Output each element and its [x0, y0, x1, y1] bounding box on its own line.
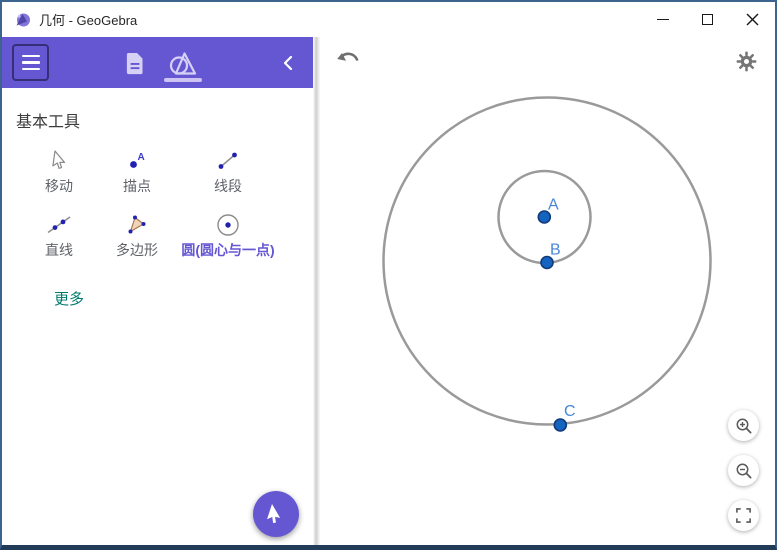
- minimize-icon: [656, 18, 669, 21]
- tool-segment[interactable]: 线段: [176, 144, 280, 194]
- tool-line[interactable]: 直线: [20, 208, 98, 258]
- segment-icon: [218, 152, 237, 169]
- panel-divider: [313, 37, 320, 545]
- tab-file[interactable]: [115, 42, 155, 84]
- circle-center-point-icon: [217, 214, 239, 236]
- tools-panel-heading: 基本工具: [16, 114, 81, 131]
- hamburger-menu-icon: [21, 54, 40, 57]
- point-label-A: A: [548, 197, 559, 214]
- zoom-out-button[interactable]: [728, 455, 759, 486]
- zoom-in-button[interactable]: [728, 410, 759, 441]
- tool-label: 直线: [45, 242, 73, 259]
- geogebra-logo-icon: [16, 13, 30, 27]
- maximize-icon: [702, 14, 713, 25]
- tool-move[interactable]: 移动: [20, 144, 98, 194]
- undo-arrow-icon: [337, 52, 359, 61]
- tool-label: 描点: [123, 178, 151, 194]
- line-icon: [47, 216, 71, 234]
- point-label-C: C: [564, 403, 576, 420]
- active-tab-underline: [164, 78, 202, 82]
- window-title: 几何 - GeoGebra: [39, 13, 138, 28]
- gear-icon: [736, 51, 757, 72]
- move-cursor-icon: [52, 150, 66, 169]
- point-icon: A: [130, 152, 145, 168]
- close-button[interactable]: [730, 2, 775, 37]
- purple-toolbar: [2, 37, 313, 88]
- more-tools-link[interactable]: 更多: [54, 288, 84, 309]
- collapse-panel-button[interactable]: [273, 50, 303, 76]
- main-area: 基本工具 移动 A 描点 线段 直线 多边形 圆(圆心与一点) 更多 A B C: [2, 37, 775, 545]
- settings-button[interactable]: [736, 51, 758, 73]
- fullscreen-button[interactable]: [728, 500, 759, 531]
- close-icon: [746, 13, 759, 26]
- graphics-view[interactable]: A B C: [320, 37, 775, 545]
- hamburger-menu-button[interactable]: [12, 44, 49, 81]
- fullscreen-icon: [736, 508, 751, 523]
- tool-circle-center-point[interactable]: 圆(圆心与一点): [176, 208, 280, 258]
- zoom-out-icon: [736, 463, 752, 479]
- document-icon: [126, 52, 143, 74]
- point-label-B: B: [550, 242, 561, 259]
- geometry-tools-icon: [169, 52, 197, 75]
- selected-tool-fab[interactable]: [253, 491, 299, 537]
- tool-grid: 移动 A 描点 线段 直线 多边形 圆(圆心与一点): [2, 144, 313, 258]
- tool-label: 移动: [45, 178, 73, 194]
- titlebar-left: 几何 - GeoGebra: [2, 10, 640, 29]
- minimize-button[interactable]: [640, 2, 685, 37]
- point-C[interactable]: [553, 418, 568, 432]
- left-panel: 基本工具 移动 A 描点 线段 直线 多边形 圆(圆心与一点) 更多: [2, 37, 313, 545]
- zoom-in-icon: [736, 418, 752, 434]
- tool-label: 圆(圆心与一点): [181, 242, 275, 259]
- undo-button[interactable]: [336, 49, 364, 73]
- tool-label: 多边形: [116, 242, 158, 259]
- geogebra-window: 几何 - GeoGebra 基本工具 移动 A 描点 线段 直线 多边形 圆(圆…: [0, 0, 777, 550]
- polygon-icon: [128, 215, 146, 234]
- tool-label: 线段: [214, 178, 242, 194]
- tools-panel: 基本工具 移动 A 描点 线段 直线 多边形 圆(圆心与一点) 更多: [2, 88, 313, 545]
- svg-text:A: A: [138, 152, 145, 163]
- tool-polygon[interactable]: 多边形: [98, 208, 176, 258]
- tool-point[interactable]: A 描点: [98, 144, 176, 194]
- drawing-canvas[interactable]: A B C: [320, 37, 775, 545]
- maximize-button[interactable]: [685, 2, 730, 37]
- chevron-left-icon: [283, 55, 293, 71]
- cursor-arrow-icon: [267, 504, 281, 524]
- titlebar: 几何 - GeoGebra: [2, 2, 775, 37]
- window-controls: [640, 2, 775, 37]
